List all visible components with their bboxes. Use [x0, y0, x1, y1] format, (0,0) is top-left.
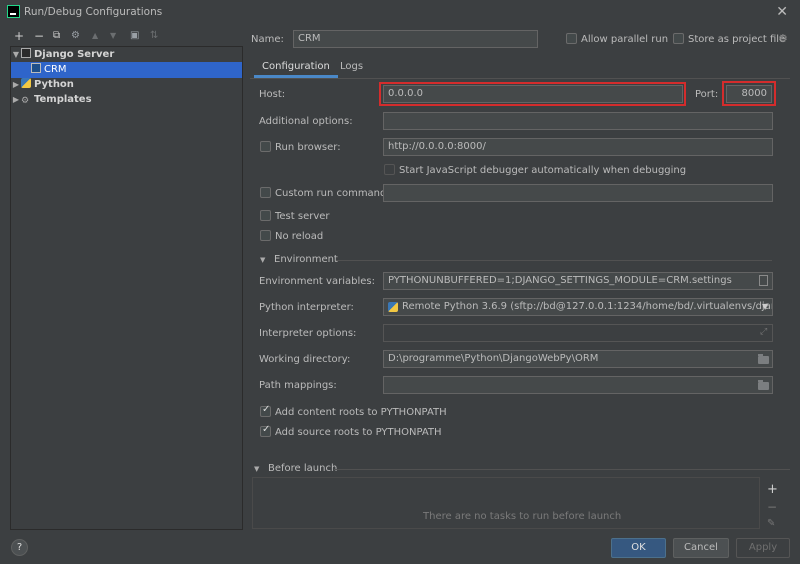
- name-label: Name:: [251, 34, 284, 45]
- window-title: Run/Debug Configurations: [24, 6, 163, 18]
- interpreter-options-field[interactable]: [383, 324, 773, 342]
- tree-item-label: Django Server: [34, 49, 115, 60]
- tab-configuration[interactable]: Configuration: [254, 58, 338, 78]
- add-task-icon[interactable]: +: [767, 482, 778, 497]
- sort-icon[interactable]: ⇅: [150, 30, 158, 42]
- highlight-box: [722, 81, 776, 106]
- app-icon: [7, 5, 20, 18]
- additional-options-label: Additional options:: [259, 116, 353, 127]
- python-icon: [21, 78, 31, 88]
- tab-logs[interactable]: Logs: [332, 58, 371, 78]
- tree-item-label: Templates: [34, 94, 92, 105]
- tree-item-python[interactable]: ▶ Python: [11, 77, 242, 93]
- before-launch-title[interactable]: Before launch: [268, 463, 337, 474]
- python-interpreter-select[interactable]: Remote Python 3.6.9 (sftp://bd@127.0.0.1…: [383, 298, 773, 316]
- wrench-icon[interactable]: ⚙: [71, 30, 80, 42]
- chevron-down-icon[interactable]: ▼: [11, 47, 21, 63]
- folder-icon[interactable]: [758, 380, 769, 390]
- tree-item-label: CRM: [44, 64, 67, 75]
- highlight-box: [379, 82, 686, 106]
- path-mappings-label: Path mappings:: [259, 380, 337, 391]
- before-launch-empty-text: There are no tasks to run before launch: [423, 511, 622, 522]
- add-content-roots-label: Add content roots to PYTHONPATH: [275, 407, 447, 418]
- no-reload-label: No reload: [275, 231, 324, 242]
- chevron-down-icon[interactable]: ▼: [254, 465, 259, 473]
- custom-run-command-label: Custom run command:: [275, 188, 390, 199]
- add-icon[interactable]: +: [14, 30, 24, 42]
- env-vars-label: Environment variables:: [259, 276, 375, 287]
- tree-item-django-server[interactable]: ▼ Django Server: [11, 47, 242, 63]
- tab-divider: [250, 78, 790, 79]
- interpreter-options-label: Interpreter options:: [259, 328, 357, 339]
- working-directory-field[interactable]: D:\programme\Python\DjangoWebPy\ORM: [383, 350, 773, 368]
- django-icon: [21, 48, 31, 58]
- store-project-label: Store as project file: [688, 34, 786, 45]
- js-debugger-checkbox[interactable]: [384, 164, 395, 175]
- chevron-down-icon[interactable]: ▼: [260, 256, 265, 264]
- cancel-button[interactable]: Cancel: [673, 538, 729, 558]
- gear-icon[interactable]: ⚙: [778, 32, 788, 45]
- name-field[interactable]: CRM: [293, 30, 538, 48]
- section-divider: [334, 469, 790, 470]
- move-up-icon[interactable]: ▲: [92, 30, 98, 42]
- folder-icon[interactable]: [758, 354, 769, 364]
- expand-icon[interactable]: ⤢: [760, 327, 767, 337]
- title-bar: Run/Debug Configurations ✕: [0, 0, 800, 24]
- edit-list-icon[interactable]: [759, 275, 768, 286]
- test-server-checkbox[interactable]: [260, 210, 271, 221]
- custom-run-command-field[interactable]: [383, 184, 773, 202]
- tree-item-templates[interactable]: ▶ ⚙ Templates: [11, 92, 242, 108]
- js-debugger-label: Start JavaScript debugger automatically …: [399, 165, 687, 176]
- ok-button[interactable]: OK: [611, 538, 666, 558]
- port-label: Port:: [695, 89, 719, 100]
- allow-parallel-checkbox[interactable]: [566, 33, 577, 44]
- run-browser-checkbox[interactable]: [260, 141, 271, 152]
- help-button[interactable]: ?: [11, 539, 28, 556]
- remove-task-icon[interactable]: −: [767, 500, 777, 514]
- tree-item-label: Python: [34, 79, 74, 90]
- tree-item-crm[interactable]: CRM: [11, 62, 242, 78]
- wrench-icon: ⚙: [21, 96, 30, 106]
- add-source-roots-checkbox[interactable]: [260, 424, 271, 437]
- run-browser-label: Run browser:: [275, 142, 341, 153]
- chevron-down-icon[interactable]: ▼: [762, 302, 768, 311]
- additional-options-field[interactable]: [383, 112, 773, 130]
- section-divider: [336, 260, 772, 261]
- move-down-icon[interactable]: ▼: [110, 30, 116, 42]
- working-directory-label: Working directory:: [259, 354, 351, 365]
- host-label: Host:: [259, 89, 286, 100]
- chevron-right-icon[interactable]: ▶: [11, 92, 21, 108]
- add-content-roots-checkbox[interactable]: [260, 404, 271, 417]
- environment-section-title[interactable]: Environment: [274, 254, 338, 265]
- path-mappings-field[interactable]: [383, 376, 773, 394]
- custom-run-command-checkbox[interactable]: [260, 187, 271, 198]
- test-server-label: Test server: [275, 211, 330, 222]
- python-icon: [388, 302, 398, 312]
- env-vars-field[interactable]: PYTHONUNBUFFERED=1;DJANGO_SETTINGS_MODUL…: [383, 272, 773, 290]
- add-source-roots-label: Add source roots to PYTHONPATH: [275, 427, 442, 438]
- remove-icon[interactable]: −: [34, 30, 44, 42]
- django-config-icon: [31, 63, 41, 73]
- chevron-right-icon[interactable]: ▶: [11, 77, 21, 93]
- no-reload-checkbox[interactable]: [260, 230, 271, 241]
- allow-parallel-label: Allow parallel run: [581, 34, 669, 45]
- apply-button[interactable]: Apply: [736, 538, 790, 558]
- copy-icon[interactable]: ⧉: [53, 30, 60, 42]
- edit-task-icon[interactable]: ✎: [767, 518, 775, 529]
- close-icon[interactable]: ✕: [776, 4, 788, 20]
- run-browser-url-field[interactable]: http://0.0.0.0:8000/: [383, 138, 773, 156]
- store-project-checkbox[interactable]: [673, 33, 684, 44]
- python-interpreter-label: Python interpreter:: [259, 302, 354, 313]
- configuration-tree[interactable]: ▼ Django Server CRM ▶ Python ▶ ⚙ Templates: [10, 46, 243, 530]
- folder-icon[interactable]: ▣: [130, 30, 139, 42]
